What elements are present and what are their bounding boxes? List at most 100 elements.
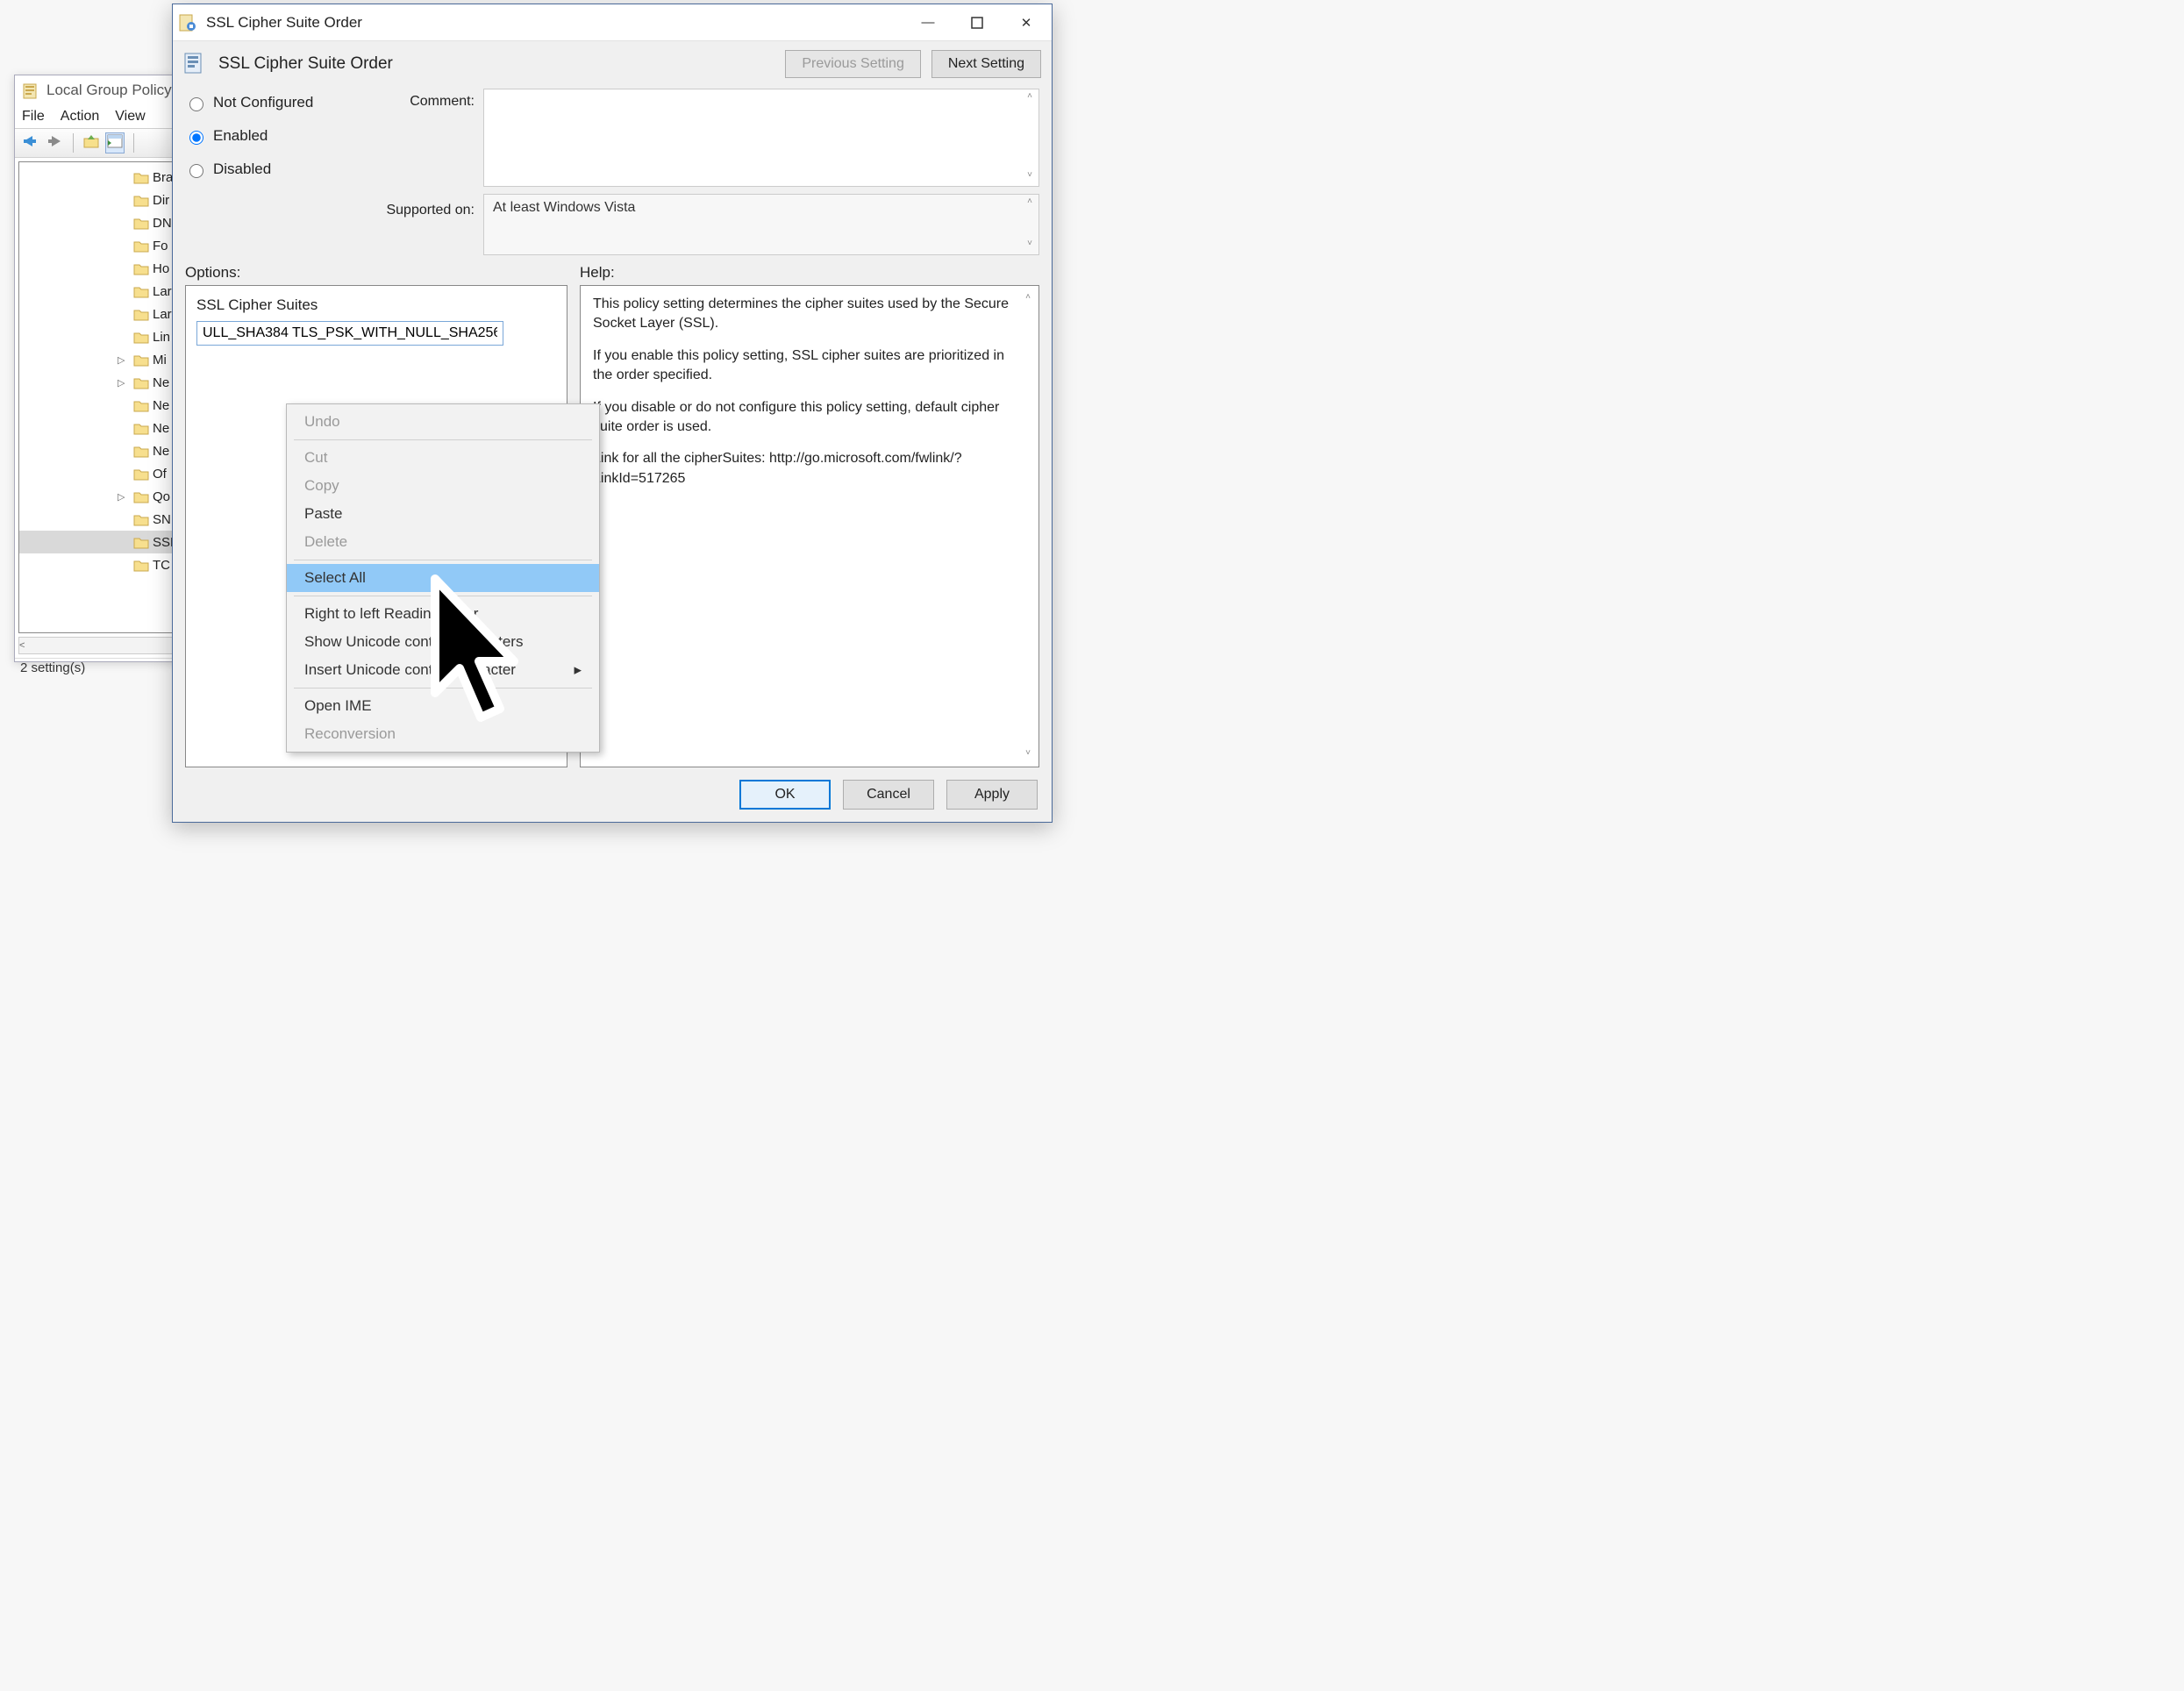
- minimize-button[interactable]: —: [908, 10, 948, 36]
- scroll-up-icon[interactable]: ˄: [1021, 291, 1035, 305]
- expander-icon[interactable]: ▷: [118, 354, 130, 366]
- ssl-header-title: SSL Cipher Suite Order: [218, 54, 774, 74]
- expander-icon[interactable]: ▷: [118, 491, 130, 503]
- radio-disabled-input[interactable]: [189, 164, 203, 178]
- tree-item-label: Ne: [153, 421, 169, 436]
- supported-textbox: At least Windows Vista ˄ ˅: [483, 194, 1039, 255]
- policy-icon: [178, 13, 197, 32]
- folder-icon: [133, 489, 149, 504]
- folder-icon: [133, 193, 149, 208]
- context-menu-item[interactable]: Open IME: [287, 692, 599, 720]
- context-menu[interactable]: Undo Cut Copy Paste Delete Select All Right to…: [286, 403, 600, 753]
- ssl-title: SSL Cipher Suite Order: [206, 14, 899, 32]
- cancel-button[interactable]: Cancel: [843, 780, 934, 810]
- comment-label: Comment:: [352, 89, 475, 110]
- help-pane: This policy setting determines the ciphe…: [580, 285, 1039, 767]
- context-menu-item: Copy: [287, 472, 599, 500]
- folder-icon: [133, 375, 149, 390]
- apply-button[interactable]: Apply: [946, 780, 1038, 810]
- tree-item-label: Of: [153, 467, 167, 482]
- context-menu-label: Copy: [304, 477, 339, 495]
- context-menu-label: Undo: [304, 413, 340, 431]
- radio-disabled[interactable]: Disabled: [185, 161, 343, 178]
- expander-icon[interactable]: ▷: [118, 377, 130, 389]
- context-menu-label: Select All: [304, 569, 366, 587]
- folder-icon: [133, 444, 149, 459]
- folder-icon: [133, 284, 149, 299]
- nav-forward-icon[interactable]: [45, 133, 64, 153]
- tree-item-label: SN: [153, 512, 171, 527]
- folder-icon: [133, 353, 149, 367]
- toolbar-divider: [133, 133, 134, 153]
- scroll-up-icon[interactable]: ˄: [1023, 91, 1037, 105]
- tree-item-label: Fo: [153, 239, 168, 253]
- context-menu-label: Paste: [304, 505, 342, 523]
- context-menu-item[interactable]: Insert Unicode control character ▸: [287, 656, 599, 684]
- ssl-footer: OK Cancel Apply: [173, 767, 1052, 822]
- up-folder-icon[interactable]: [82, 133, 100, 153]
- tree-item-label: Ne: [153, 398, 169, 413]
- folder-icon: [133, 398, 149, 413]
- previous-setting-button: Previous Setting: [785, 50, 921, 78]
- scroll-down-icon[interactable]: ˅: [1021, 747, 1035, 761]
- folder-icon: [133, 216, 149, 231]
- tree-item-label: Lar: [153, 284, 172, 299]
- tree-item-label: DN: [153, 216, 172, 231]
- tree-item-label: Dir: [153, 193, 169, 208]
- folder-icon: [133, 261, 149, 276]
- gpedit-icon: [22, 82, 39, 99]
- folder-icon: [133, 307, 149, 322]
- context-menu-label: Insert Unicode control character: [304, 661, 516, 679]
- tree-item-label: TC: [153, 558, 170, 573]
- context-menu-item[interactable]: Right to left Reading order: [287, 600, 599, 628]
- submenu-arrow-icon: ▸: [574, 661, 582, 679]
- radio-not-configured[interactable]: Not Configured: [185, 94, 343, 111]
- context-menu-label: Delete: [304, 533, 347, 551]
- folder-icon: [133, 467, 149, 482]
- radio-not-configured-input[interactable]: [189, 97, 203, 111]
- folder-icon: [133, 170, 149, 185]
- close-button[interactable]: ✕: [1006, 10, 1046, 36]
- supported-label: Supported on:: [352, 194, 475, 218]
- tree-item-label: Ne: [153, 444, 169, 459]
- context-menu-item[interactable]: Show Unicode control characters: [287, 628, 599, 656]
- context-menu-separator: [294, 439, 592, 440]
- help-label: Help:: [580, 264, 615, 282]
- tree-item-label: Ho: [153, 261, 169, 276]
- context-menu-separator: [294, 688, 592, 689]
- radio-enabled-label: Enabled: [213, 127, 268, 145]
- folder-icon: [133, 535, 149, 550]
- menu-view[interactable]: View: [115, 109, 145, 125]
- details-view-icon[interactable]: [105, 132, 125, 153]
- policy-header-icon: [183, 52, 208, 76]
- context-menu-item[interactable]: Select All: [287, 564, 599, 592]
- context-menu-label: Right to left Reading order: [304, 605, 478, 623]
- context-menu-label: Show Unicode control characters: [304, 633, 523, 651]
- context-menu-item[interactable]: Paste: [287, 500, 599, 528]
- menu-file[interactable]: File: [22, 109, 45, 125]
- help-text: This policy setting determines the ciphe…: [593, 295, 1026, 334]
- context-menu-item: Reconversion: [287, 720, 599, 748]
- folder-icon: [133, 239, 149, 253]
- comment-textbox[interactable]: ˄ ˅: [483, 89, 1039, 187]
- menu-action[interactable]: Action: [61, 109, 99, 125]
- radio-not-configured-label: Not Configured: [213, 94, 313, 111]
- radio-enabled[interactable]: Enabled: [185, 127, 343, 145]
- next-setting-button[interactable]: Next Setting: [931, 50, 1041, 78]
- tree-item-label: Lar: [153, 307, 172, 322]
- maximize-button[interactable]: [957, 10, 997, 36]
- nav-back-icon[interactable]: [20, 133, 39, 153]
- toolbar-divider: [73, 133, 74, 153]
- tree-item-label: Mi: [153, 353, 167, 367]
- tree-item-label: Qo: [153, 489, 170, 504]
- radio-enabled-input[interactable]: [189, 131, 203, 145]
- scroll-down-icon: ˅: [1023, 239, 1037, 253]
- context-menu-item: Cut: [287, 444, 599, 472]
- scroll-down-icon[interactable]: ˅: [1023, 170, 1037, 184]
- ssl-cipher-suites-input[interactable]: [196, 321, 503, 346]
- ssl-cipher-suites-label: SSL Cipher Suites: [196, 296, 556, 314]
- ok-button[interactable]: OK: [739, 780, 831, 810]
- tree-item-label: Lin: [153, 330, 170, 345]
- ssl-titlebar[interactable]: SSL Cipher Suite Order — ✕: [173, 4, 1052, 41]
- help-text: If you disable or do not configure this …: [593, 398, 1026, 438]
